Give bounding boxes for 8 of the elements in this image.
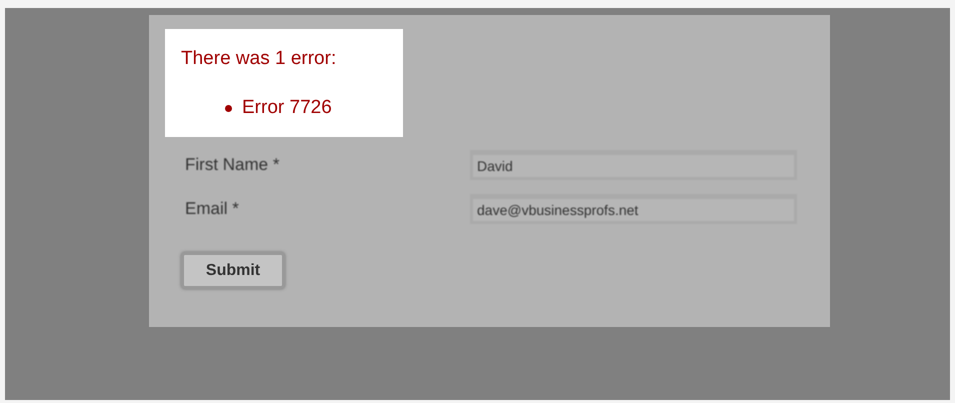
input-field[interactable]: David (470, 150, 797, 180)
error-heading: There was 1 error: (181, 48, 338, 70)
submit-button[interactable]: Submit (181, 252, 285, 289)
field-label: First Name * (184, 155, 280, 175)
field-label: Email * (184, 199, 240, 219)
error-message: Error 7726 (242, 97, 332, 119)
input-field[interactable]: dave@vbusinessprofs.net (470, 194, 797, 224)
bullet-icon (225, 104, 232, 112)
